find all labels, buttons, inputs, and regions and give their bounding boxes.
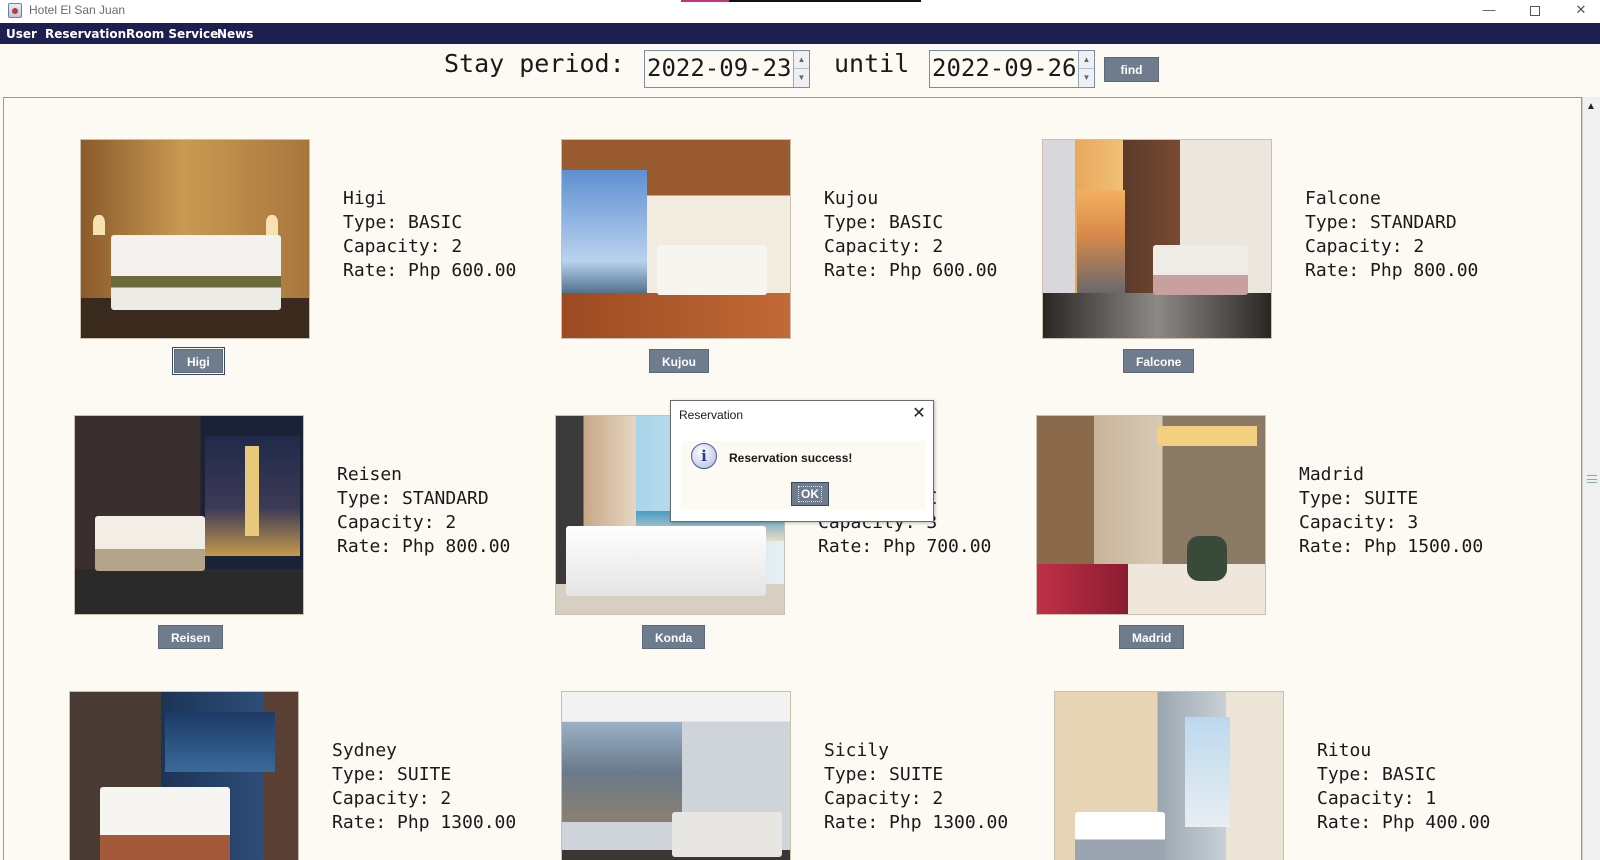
end-date-spinner[interactable]: 2022-09-26 ▲ ▼ [929, 50, 1095, 88]
dialog-body: i Reservation success! OK [681, 441, 925, 509]
room-capacity: Capacity: 2 [337, 512, 457, 533]
room-info-reisen: Reisen Type: STANDARD Capacity: 2 Rate: … [337, 463, 510, 559]
room-type: Type: BASIC [1317, 764, 1437, 785]
room-capacity: Capacity: 2 [824, 788, 944, 809]
find-button[interactable]: find [1104, 57, 1159, 82]
room-type: Type: BASIC [824, 212, 944, 233]
room-name: Higi [343, 188, 387, 209]
room-capacity: Capacity: 2 [1305, 236, 1425, 257]
ok-button[interactable]: OK [791, 482, 829, 506]
scroll-thumb-grip[interactable] [1587, 475, 1597, 483]
room-type: Type: STANDARD [337, 488, 489, 509]
window-title: Hotel El San Juan [29, 3, 126, 17]
room-photo-ritou [1054, 691, 1284, 860]
room-capacity: Capacity: 2 [332, 788, 452, 809]
room-photo-madrid [1036, 415, 1266, 615]
book-room-konda-button[interactable]: Konda [642, 625, 706, 649]
minimize-button[interactable]: — [1466, 0, 1512, 23]
book-room-higi-button[interactable]: Higi [172, 347, 225, 375]
room-type: Type: SUITE [824, 764, 944, 785]
room-photo-higi [80, 139, 310, 339]
room-capacity: Capacity: 3 [1299, 512, 1419, 533]
end-date-value[interactable]: 2022-09-26 [932, 54, 1077, 82]
room-capacity: Capacity: 2 [343, 236, 463, 257]
room-rate: Rate: Php 600.00 [343, 260, 517, 281]
start-date-spin-buttons: ▲ ▼ [793, 51, 809, 87]
menu-user[interactable]: User [6, 27, 37, 41]
room-type: Type: STANDARD [1305, 212, 1457, 233]
room-name: Sydney [332, 740, 398, 761]
room-photo-kujou [561, 139, 791, 339]
room-info-ritou: Ritou Type: BASIC Capacity: 1 Rate: Php … [1317, 739, 1490, 835]
book-room-falcone-button[interactable]: Falcone [1123, 349, 1195, 373]
room-photo-falcone [1042, 139, 1272, 339]
book-room-reisen-button[interactable]: Reisen [158, 625, 224, 649]
room-info-madrid: Madrid Type: SUITE Capacity: 3 Rate: Php… [1299, 463, 1483, 559]
menu-bar: User Reservation Room Service News [0, 23, 1600, 44]
room-photo-reisen [74, 415, 304, 615]
room-name: Sicily [824, 740, 890, 761]
scroll-up-icon[interactable]: ▲ [1586, 101, 1596, 112]
room-type: Type: BASIC [343, 212, 463, 233]
room-rate: Rate: Php 800.00 [337, 536, 511, 557]
java-app-icon [8, 3, 22, 18]
room-name: Kujou [824, 188, 879, 209]
book-room-kujou-button[interactable]: Kujou [649, 349, 709, 373]
ok-button-label: OK [798, 486, 822, 502]
menu-news[interactable]: News [217, 27, 253, 41]
information-icon: i [691, 443, 717, 469]
room-capacity: Capacity: 1 [1317, 788, 1437, 809]
room-name: Falcone [1305, 188, 1381, 209]
room-info-sicily: Sicily Type: SUITE Capacity: 2 Rate: Php… [824, 739, 1008, 835]
reservation-dialog: Reservation ✕ i Reservation success! OK [670, 400, 934, 522]
close-window-button[interactable]: ✕ [1558, 0, 1600, 23]
maximize-icon [1530, 6, 1540, 16]
end-date-increment-button[interactable]: ▲ [1079, 51, 1094, 69]
taskbar-focus-indicator [681, 0, 921, 2]
room-photo-sydney [69, 691, 299, 860]
room-rate: Rate: Php 400.00 [1317, 812, 1491, 833]
start-date-increment-button[interactable]: ▲ [794, 51, 809, 69]
room-rate: Rate: Php 1500.00 [1299, 536, 1484, 557]
room-info-kujou: Kujou Type: BASIC Capacity: 2 Rate: Php … [824, 187, 997, 283]
until-label: until [834, 49, 910, 78]
room-name: Madrid [1299, 464, 1365, 485]
dialog-title: Reservation [679, 408, 744, 422]
room-rate: Rate: Php 1300.00 [332, 812, 517, 833]
room-capacity: Capacity: 2 [824, 236, 944, 257]
room-type: Type: SUITE [332, 764, 452, 785]
dialog-message: Reservation success! [729, 451, 853, 465]
vertical-scrollbar[interactable]: ▲ [1582, 97, 1600, 860]
room-type: Type: SUITE [1299, 488, 1419, 509]
book-room-madrid-button[interactable]: Madrid [1119, 625, 1185, 649]
room-info-sydney: Sydney Type: SUITE Capacity: 2 Rate: Php… [332, 739, 516, 835]
start-date-spinner[interactable]: 2022-09-23 ▲ ▼ [644, 50, 810, 88]
menu-reservation[interactable]: Reservation [45, 27, 126, 41]
dialog-close-icon[interactable]: ✕ [909, 403, 929, 423]
end-date-spin-buttons: ▲ ▼ [1078, 51, 1094, 87]
menu-room-service[interactable]: Room Service [126, 27, 218, 41]
room-photo-sicily [561, 691, 791, 860]
start-date-decrement-button[interactable]: ▼ [794, 69, 809, 87]
room-rate: Rate: Php 1300.00 [824, 812, 1009, 833]
room-rate: Rate: Php 600.00 [824, 260, 998, 281]
window-title-bar: Hotel El San Juan — ✕ [0, 0, 1600, 23]
room-name: Ritou [1317, 740, 1372, 761]
room-rate: Rate: Php 700.00 [818, 536, 992, 557]
room-name: Reisen [337, 464, 403, 485]
start-date-value[interactable]: 2022-09-23 [647, 54, 792, 82]
room-rate: Rate: Php 800.00 [1305, 260, 1479, 281]
stay-period-label: Stay period: [444, 49, 625, 78]
maximize-button[interactable] [1512, 0, 1558, 23]
room-info-higi: Higi Type: BASIC Capacity: 2 Rate: Php 6… [343, 187, 516, 283]
end-date-decrement-button[interactable]: ▼ [1079, 69, 1094, 87]
room-info-falcone: Falcone Type: STANDARD Capacity: 2 Rate:… [1305, 187, 1478, 283]
